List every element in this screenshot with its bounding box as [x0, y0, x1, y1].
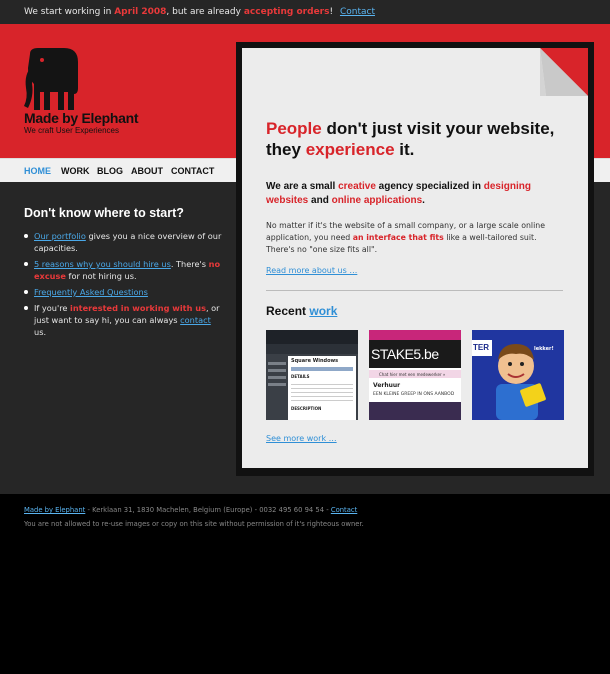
nav-work[interactable]: WORK: [61, 159, 90, 183]
thumb-banner: STAKE5.be: [369, 340, 461, 368]
thumb-subheading: DETAILS: [291, 374, 310, 379]
kid-illustration-icon: [496, 344, 546, 420]
intro-text: agency specialized in: [375, 181, 484, 192]
interested-text: interested in working with us: [70, 303, 206, 313]
thumb-tabs: [291, 367, 353, 371]
list-item: If you're interested in working with us,…: [24, 302, 224, 338]
thumb-tagline: EEN KLEINE GREEP IN ONS AANBOD: [373, 392, 455, 397]
announcement-text-mid: , but are already: [166, 7, 244, 17]
thumb-line: [291, 400, 353, 401]
faq-link[interactable]: Frequently Asked Questions: [34, 287, 148, 297]
list-item: 5 reasons why you should hire us. There'…: [24, 258, 224, 282]
body-interface-fits: an interface that fits: [352, 233, 444, 242]
sidebar-contact-link[interactable]: contact: [180, 315, 211, 325]
intro-online-apps: online applications: [331, 195, 423, 206]
brand-tagline: We craft User Experiences: [24, 126, 119, 135]
list-item: Frequently Asked Questions: [24, 286, 224, 298]
list-item-text: us.: [34, 327, 47, 337]
main-card: People don't just visit your website, th…: [242, 48, 588, 468]
nav-blog[interactable]: BLOG: [97, 159, 123, 183]
thumb-desc: DESCRIPTION: [291, 406, 322, 411]
thumb-line: [291, 396, 353, 397]
headline-end: it.: [394, 140, 415, 159]
read-more-link[interactable]: Read more about us …: [266, 266, 357, 275]
intro-text: We are a small: [266, 181, 339, 192]
thumb-sidebar: [268, 358, 286, 418]
list-item: Our portfolio gives you a nice overview …: [24, 230, 224, 254]
thumb-photos: [369, 402, 461, 420]
footer-company-link[interactable]: Made by Elephant: [24, 506, 85, 514]
intro-creative: creative: [338, 181, 376, 192]
thumb-sideline: [268, 362, 286, 365]
thumb-line: [291, 392, 353, 393]
reasons-link[interactable]: 5 reasons why you should hire us: [34, 259, 171, 269]
thumb-sideline: [268, 383, 286, 386]
intro-text: and: [308, 195, 332, 206]
announcement-bar: We start working in April 2008, but are …: [0, 0, 610, 24]
recent-work-link[interactable]: work: [309, 304, 337, 318]
thumb-topbar: [369, 330, 461, 340]
sidebar-list: Our portfolio gives you a nice overview …: [24, 230, 224, 338]
accepting-orders-text: accepting orders: [243, 7, 330, 17]
body-paragraph: No matter if it's the website of a small…: [266, 220, 566, 256]
see-more-link[interactable]: See more work …: [266, 434, 337, 443]
nav-about[interactable]: ABOUT: [131, 159, 163, 183]
footer-address-line: Made by Elephant - Kerklaan 31, 1830 Mac…: [24, 504, 584, 516]
thumb-brand: STAKE5.be: [371, 346, 439, 362]
brand-name[interactable]: Made by Elephant: [24, 110, 139, 126]
intro-paragraph: We are a small creative agency specializ…: [266, 180, 556, 208]
sidebar-title: Don't know where to start?: [24, 206, 184, 220]
page-fold-icon: [540, 48, 588, 96]
launch-date: April 2008: [114, 7, 167, 17]
announcement-bang: !: [329, 7, 334, 17]
thumb-topbar: [266, 330, 358, 344]
headline-experience: experience: [305, 140, 395, 159]
thumb-line: [291, 388, 353, 389]
footer: Made by Elephant - Kerklaan 31, 1830 Mac…: [24, 504, 584, 530]
list-item-text: . There's: [170, 259, 209, 269]
thumb-chatbar: Chat hier met een medewerker »: [369, 370, 461, 378]
nav-home[interactable]: HOME: [24, 159, 51, 183]
divider: [266, 290, 563, 291]
footer-contact-link[interactable]: Contact: [331, 506, 357, 514]
work-thumbnail-1[interactable]: Square Windows DETAILS DESCRIPTION: [266, 330, 358, 420]
thumb-line: [291, 384, 353, 385]
announcement-text: We start working in: [24, 7, 115, 17]
thumb-sideline: [268, 376, 286, 379]
work-thumbnail-3[interactable]: TER lekker!: [472, 330, 564, 420]
portfolio-link[interactable]: Our portfolio: [34, 231, 86, 241]
recent-work-heading: Recent work: [266, 304, 337, 318]
list-item-text: for not hiring us.: [65, 271, 137, 281]
nav-contact[interactable]: CONTACT: [171, 159, 214, 183]
thumb-sideline: [268, 369, 286, 372]
thumb-toolbar: [266, 344, 358, 354]
thumb-section: Verhuur: [373, 382, 401, 389]
intro-text: .: [422, 195, 425, 206]
recent-label: Recent: [266, 304, 310, 318]
footer-copyright: You are not allowed to re-use images or …: [24, 520, 364, 528]
topbar-contact-link[interactable]: Contact: [340, 7, 375, 17]
headline-people: People: [266, 119, 322, 138]
work-thumbnail-2[interactable]: STAKE5.be Chat hier met een medewerker »…: [369, 330, 461, 420]
sidebar: Don't know where to start? Our portfolio…: [24, 206, 224, 342]
thumb-heading: Square Windows: [291, 358, 339, 364]
hero-headline: People don't just visit your website, th…: [266, 118, 566, 160]
elephant-logo-icon[interactable]: [24, 48, 78, 116]
list-item-text: If you're: [34, 303, 71, 313]
thumb-content: Square Windows DETAILS DESCRIPTION: [288, 356, 356, 420]
thumb-chat: Chat hier met een medewerker »: [379, 372, 446, 377]
footer-address: - Kerklaan 31, 1830 Machelen, Belgium (E…: [85, 506, 331, 514]
